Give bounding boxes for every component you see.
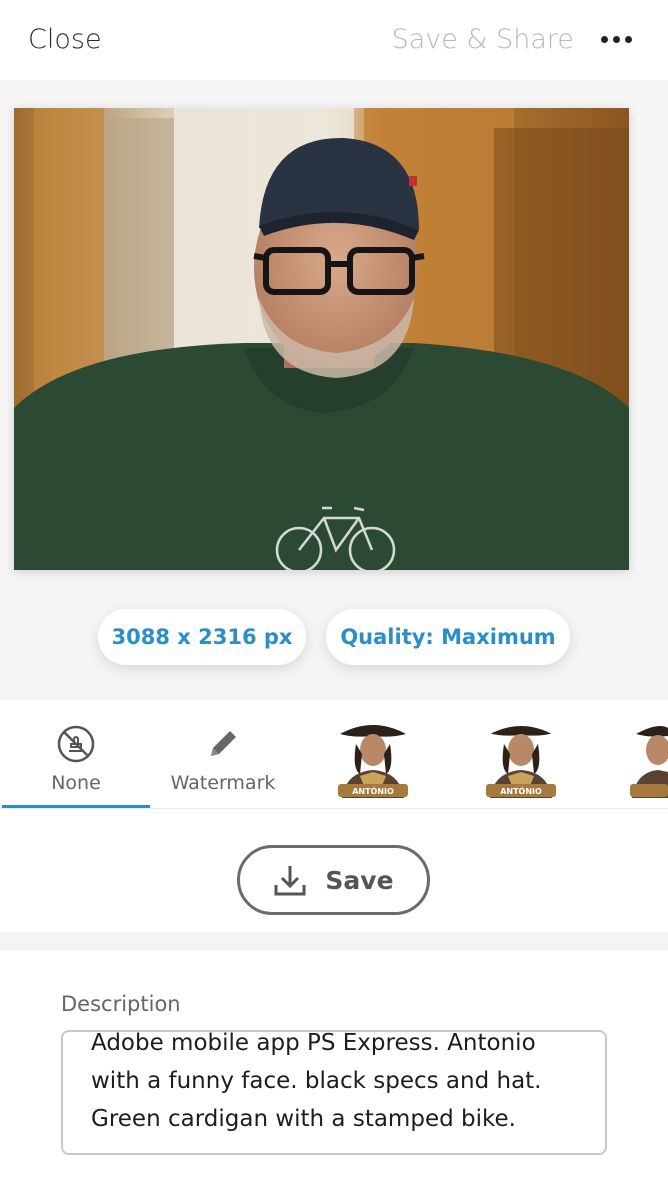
sticker-watermark-2[interactable]: ANTÓNIO bbox=[480, 714, 562, 798]
save-share-button[interactable]: Save & Share bbox=[392, 24, 574, 55]
sticker-text: ANTÓNIO bbox=[500, 785, 542, 796]
more-horizontal-icon[interactable] bbox=[601, 36, 632, 43]
download-icon bbox=[274, 866, 306, 896]
photo-preview-area bbox=[0, 80, 668, 700]
photo-preview bbox=[14, 108, 629, 570]
watermark-strip: None Watermark ANTÓNIO ANTÓNIO bbox=[0, 700, 668, 808]
image-dimensions-pill[interactable]: 3088 x 2316 px bbox=[98, 609, 306, 665]
description-textarea[interactable]: Adobe mobile app PS Express. Antonio wit… bbox=[61, 1030, 607, 1155]
sticker-watermark-1[interactable]: ANTÓNIO bbox=[332, 714, 414, 798]
save-button-label: Save bbox=[325, 865, 394, 895]
save-section: Save bbox=[0, 808, 668, 932]
sticker-text: ANTÓNIO bbox=[352, 785, 394, 796]
no-stamp-icon bbox=[57, 725, 95, 763]
watermark-none-option[interactable]: None bbox=[2, 700, 150, 808]
description-label: Description bbox=[61, 992, 181, 1016]
watermark-text-option[interactable]: Watermark bbox=[150, 700, 296, 808]
watermark-none-label: None bbox=[51, 772, 101, 794]
description-section: Description Adobe mobile app PS Express.… bbox=[0, 950, 668, 1200]
close-button[interactable]: Close bbox=[28, 24, 102, 55]
sticker-watermark-3[interactable] bbox=[628, 714, 668, 798]
quality-pill[interactable]: Quality: Maximum bbox=[326, 609, 570, 665]
description-text: Adobe mobile app PS Express. Antonio wit… bbox=[91, 1030, 542, 1132]
pencil-icon bbox=[211, 731, 236, 756]
save-button[interactable]: Save bbox=[237, 845, 430, 915]
watermark-text-label: Watermark bbox=[170, 772, 276, 794]
top-bar: Close Save & Share bbox=[0, 0, 668, 80]
